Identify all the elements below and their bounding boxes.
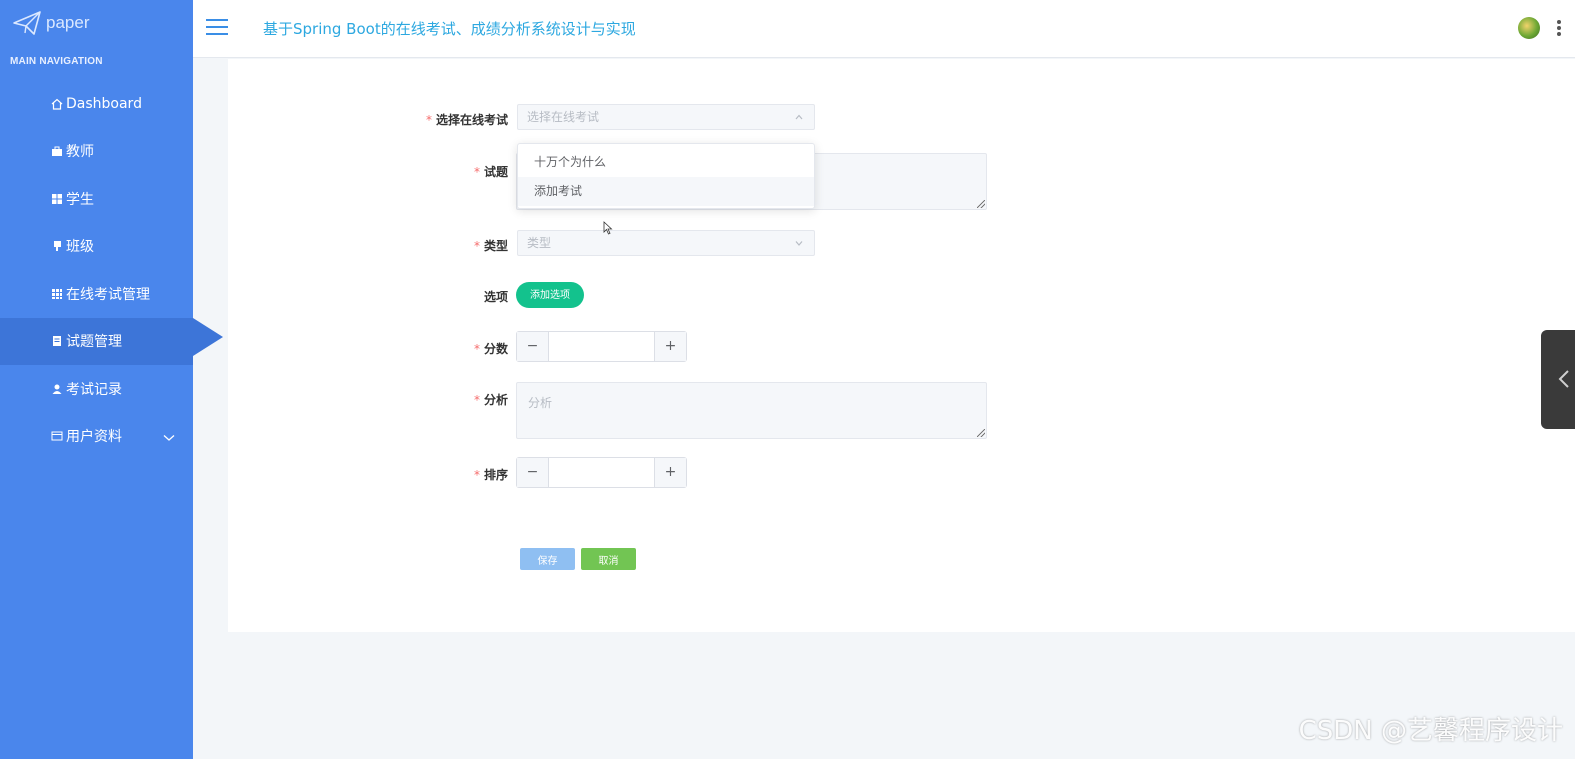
- top-header: 基于Spring Boot的在线考试、成绩分析系统设计与实现: [193, 0, 1575, 58]
- save-button[interactable]: 保存: [520, 548, 575, 570]
- type-label: * 类型: [473, 239, 508, 253]
- sidebar-item-exam-management[interactable]: 在线考试管理: [0, 270, 193, 318]
- options-label: 选项: [483, 290, 508, 304]
- analysis-textarea[interactable]: 分析: [516, 382, 987, 439]
- sidebar-item-teacher[interactable]: 教师: [0, 128, 193, 176]
- document-icon: [51, 335, 63, 347]
- chevron-down-icon: [163, 430, 175, 446]
- main-navigation: Dashboard 教师 学生 班级 在线考试管理 试题管理 考试记录 用户资料: [0, 80, 223, 461]
- analysis-label: * 分析: [473, 393, 508, 407]
- sidebar-item-label: 用户资料: [66, 429, 122, 446]
- type-select[interactable]: 类型: [517, 230, 815, 256]
- score-input[interactable]: [549, 332, 659, 363]
- sidebar-item-dashboard[interactable]: Dashboard: [0, 80, 193, 128]
- decrease-button[interactable]: −: [517, 458, 549, 487]
- nav-heading: MAIN NAVIGATION: [10, 56, 103, 67]
- mouse-cursor-icon: [603, 220, 613, 239]
- home-icon: [51, 98, 63, 110]
- brand-name: paper: [46, 13, 90, 32]
- sidebar: paper MAIN NAVIGATION Dashboard 教师 学生 班级…: [0, 0, 223, 759]
- grid-icon: [51, 193, 63, 205]
- decrease-button[interactable]: −: [517, 332, 549, 361]
- increase-button[interactable]: +: [654, 458, 686, 487]
- sidebar-item-question-management[interactable]: 试题管理: [0, 317, 223, 365]
- brand[interactable]: paper: [12, 10, 89, 36]
- exam-select[interactable]: 选择在线考试: [517, 104, 815, 130]
- side-panel-toggle[interactable]: [1541, 330, 1575, 429]
- chevron-down-icon: [794, 231, 804, 265]
- score-label: * 分数: [473, 342, 508, 356]
- exam-select-label: * 选择在线考试: [425, 113, 508, 127]
- increase-button[interactable]: +: [654, 332, 686, 361]
- sidebar-item-label: 在线考试管理: [66, 286, 150, 303]
- user-icon: [51, 383, 63, 395]
- order-input[interactable]: [549, 458, 659, 489]
- exam-dropdown: 十万个为什么 添加考试: [517, 143, 815, 209]
- hamburger-menu-icon[interactable]: [206, 19, 228, 36]
- table-icon: [51, 288, 63, 300]
- sidebar-item-label: 考试记录: [66, 381, 122, 398]
- dropdown-option[interactable]: 十万个为什么: [518, 148, 814, 177]
- sidebar-item-label: 试题管理: [66, 334, 122, 351]
- card-icon: [51, 430, 63, 442]
- analysis-placeholder: 分析: [528, 396, 553, 410]
- paper-plane-icon: [13, 11, 41, 35]
- sidebar-item-exam-records[interactable]: 考试记录: [0, 365, 193, 413]
- app-title: 基于Spring Boot的在线考试、成绩分析系统设计与实现: [263, 20, 636, 38]
- flag-icon: [51, 240, 63, 252]
- exam-select-placeholder: 选择在线考试: [527, 110, 600, 124]
- briefcase-icon: [51, 145, 63, 157]
- question-label: * 试题: [473, 165, 508, 179]
- score-stepper: − +: [516, 331, 687, 363]
- sidebar-item-user-profile[interactable]: 用户资料: [0, 413, 193, 461]
- cancel-button[interactable]: 取消: [581, 548, 636, 570]
- type-select-placeholder: 类型: [527, 236, 552, 250]
- order-stepper: − +: [516, 457, 687, 489]
- dropdown-option[interactable]: 添加考试: [518, 177, 814, 206]
- chevron-up-icon: [794, 105, 804, 139]
- sidebar-item-class[interactable]: 班级: [0, 223, 193, 271]
- watermark: CSDN @艺馨程序设计: [1298, 716, 1563, 746]
- order-label: * 排序: [473, 468, 508, 482]
- chevron-left-icon: [1558, 370, 1569, 388]
- sidebar-item-student[interactable]: 学生: [0, 175, 193, 223]
- resize-handle[interactable]: [977, 429, 985, 437]
- sidebar-item-label: Dashboard: [66, 95, 142, 112]
- sidebar-item-label: 学生: [66, 191, 94, 208]
- add-option-button[interactable]: 添加选项: [516, 282, 584, 308]
- more-options-icon[interactable]: [1557, 20, 1561, 38]
- sidebar-item-label: 班级: [66, 239, 94, 256]
- resize-handle[interactable]: [977, 200, 985, 208]
- avatar[interactable]: [1518, 17, 1540, 39]
- sidebar-item-label: 教师: [66, 144, 94, 161]
